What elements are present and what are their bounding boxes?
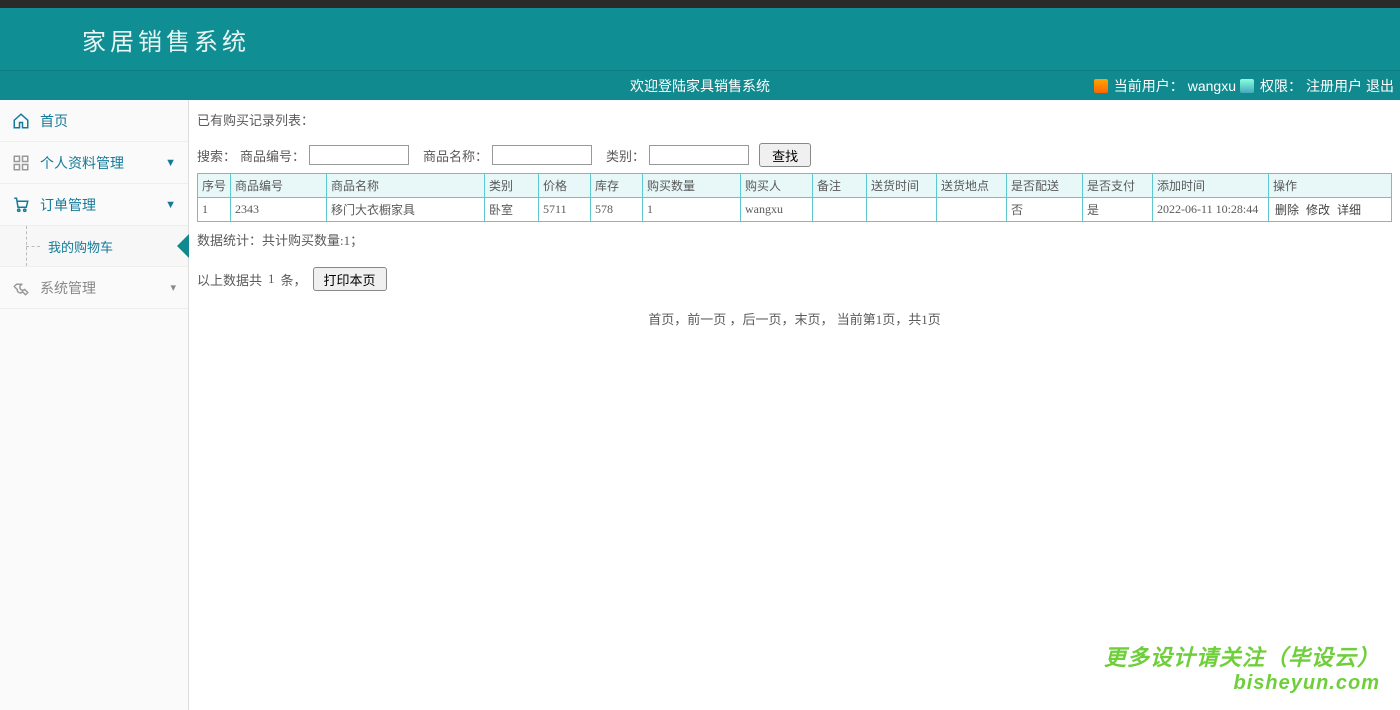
col-category: 类别 — [485, 174, 539, 198]
col-actions: 操作 — [1269, 174, 1392, 198]
browser-chrome-bar — [0, 0, 1400, 8]
sidebar: 首页 个人资料管理 ▼ 订单管理 ▼ 我的购物车 — [0, 100, 189, 710]
sidebar-item-home[interactable]: 首页 — [0, 100, 188, 142]
role-value: 注册用户 — [1306, 76, 1362, 96]
col-qty: 购买数量 — [643, 174, 741, 198]
chevron-down-icon: ▾ — [170, 281, 176, 294]
app-title: 家居销售系统 — [82, 22, 250, 57]
col-buyer: 购买人 — [741, 174, 813, 198]
welcome-text: 欢迎登陆家具销售系统 — [630, 76, 770, 96]
search-bar: 搜索： 商品编号： 商品名称： 类别： 查找 — [197, 143, 1392, 167]
edit-link[interactable]: 修改 — [1306, 203, 1330, 217]
col-price: 价格 — [539, 174, 591, 198]
cell-ship-addr — [937, 198, 1007, 222]
list-title: 已有购买记录列表： — [197, 110, 1392, 129]
delete-link[interactable]: 删除 — [1275, 203, 1299, 217]
category-input[interactable] — [649, 145, 749, 165]
content-area: 已有购买记录列表： 搜索： 商品编号： 商品名称： 类别： 查找 序号 商品编号… — [189, 100, 1400, 710]
sidebar-label-system: 系统管理 — [40, 278, 96, 298]
role-icon — [1240, 79, 1254, 93]
sidebar-label-home: 首页 — [40, 111, 68, 131]
cell-stock: 578 — [591, 198, 643, 222]
wrench-icon — [12, 279, 30, 297]
sidebar-item-orders[interactable]: 订单管理 ▼ — [0, 184, 188, 226]
col-add-time: 添加时间 — [1153, 174, 1269, 198]
cell-remark — [813, 198, 867, 222]
role-label: 权限： — [1260, 76, 1302, 96]
pagination: 首页，前一页 ，后一页，末页， 当前第1页，共1页 — [197, 309, 1392, 328]
user-icon — [1094, 79, 1108, 93]
user-label: 当前用户： — [1114, 76, 1184, 96]
cell-actions: 删除 修改 详细 — [1269, 198, 1392, 222]
table-row: 1 2343 移门大衣橱家具 卧室 5711 578 1 wangxu 否 是 … — [198, 198, 1392, 222]
sidebar-label-cart: 我的购物车 — [48, 237, 113, 256]
pagination-text[interactable]: 首页，前一页 ，后一页，末页， 当前第1页，共1页 — [648, 312, 941, 327]
cell-delivered: 否 — [1007, 198, 1083, 222]
user-info-bar: 当前用户： wangxu 权限： 注册用户 退出 — [1094, 76, 1394, 96]
total-count: 1 — [268, 271, 275, 287]
sidebar-item-profile[interactable]: 个人资料管理 ▼ — [0, 142, 188, 184]
table-header-row: 序号 商品编号 商品名称 类别 价格 库存 购买数量 购买人 备注 送货时间 送… — [198, 174, 1392, 198]
cell-product-name: 移门大衣橱家具 — [327, 198, 485, 222]
sidebar-sub-orders: 我的购物车 — [0, 226, 188, 267]
cell-paid: 是 — [1083, 198, 1153, 222]
cell-add-time: 2022-06-11 10:28:44 — [1153, 198, 1269, 222]
col-ship-addr: 送货地点 — [937, 174, 1007, 198]
search-label: 搜索： — [197, 146, 236, 165]
sidebar-label-orders: 订单管理 — [40, 195, 96, 215]
col-product-id: 商品编号 — [231, 174, 327, 198]
stats-text: 数据统计：共计购买数量:1； — [197, 230, 1392, 249]
tree-connector-icon — [26, 246, 40, 247]
chevron-down-icon: ▼ — [165, 199, 176, 211]
sub-header: 欢迎登陆家具销售系统 当前用户： wangxu 权限： 注册用户 退出 — [0, 70, 1400, 100]
col-ship-time: 送货时间 — [867, 174, 937, 198]
sidebar-item-system[interactable]: 系统管理 ▾ — [0, 267, 188, 309]
col-seq: 序号 — [198, 174, 231, 198]
col-delivered: 是否配送 — [1007, 174, 1083, 198]
grid-icon — [12, 154, 30, 172]
total-prefix: 以上数据共 — [197, 270, 262, 289]
print-row: 以上数据共 1 条， 打印本页 — [197, 267, 1392, 291]
sidebar-item-cart[interactable]: 我的购物车 — [0, 226, 188, 266]
cell-buyer: wangxu — [741, 198, 813, 222]
sidebar-label-profile: 个人资料管理 — [40, 153, 124, 173]
print-button[interactable]: 打印本页 — [313, 267, 387, 291]
user-value: wangxu — [1188, 78, 1236, 94]
total-suffix: 条， — [281, 270, 307, 289]
product-id-label: 商品编号： — [240, 146, 305, 165]
col-paid: 是否支付 — [1083, 174, 1153, 198]
active-indicator-icon — [177, 234, 189, 258]
app-header: 家居销售系统 — [0, 8, 1400, 70]
cell-ship-time — [867, 198, 937, 222]
search-button[interactable]: 查找 — [759, 143, 811, 167]
product-name-label: 商品名称： — [423, 146, 488, 165]
cell-product-id: 2343 — [231, 198, 327, 222]
cell-category: 卧室 — [485, 198, 539, 222]
chevron-down-icon: ▼ — [165, 157, 176, 169]
cart-icon — [12, 196, 30, 214]
product-id-input[interactable] — [309, 145, 409, 165]
col-remark: 备注 — [813, 174, 867, 198]
product-name-input[interactable] — [492, 145, 592, 165]
logout-link[interactable]: 退出 — [1366, 76, 1394, 96]
cell-price: 5711 — [539, 198, 591, 222]
col-product-name: 商品名称 — [327, 174, 485, 198]
cell-qty: 1 — [643, 198, 741, 222]
purchase-table: 序号 商品编号 商品名称 类别 价格 库存 购买数量 购买人 备注 送货时间 送… — [197, 173, 1392, 222]
col-stock: 库存 — [591, 174, 643, 198]
home-icon — [12, 112, 30, 130]
detail-link[interactable]: 详细 — [1337, 203, 1361, 217]
cell-seq: 1 — [198, 198, 231, 222]
category-label: 类别： — [606, 146, 645, 165]
